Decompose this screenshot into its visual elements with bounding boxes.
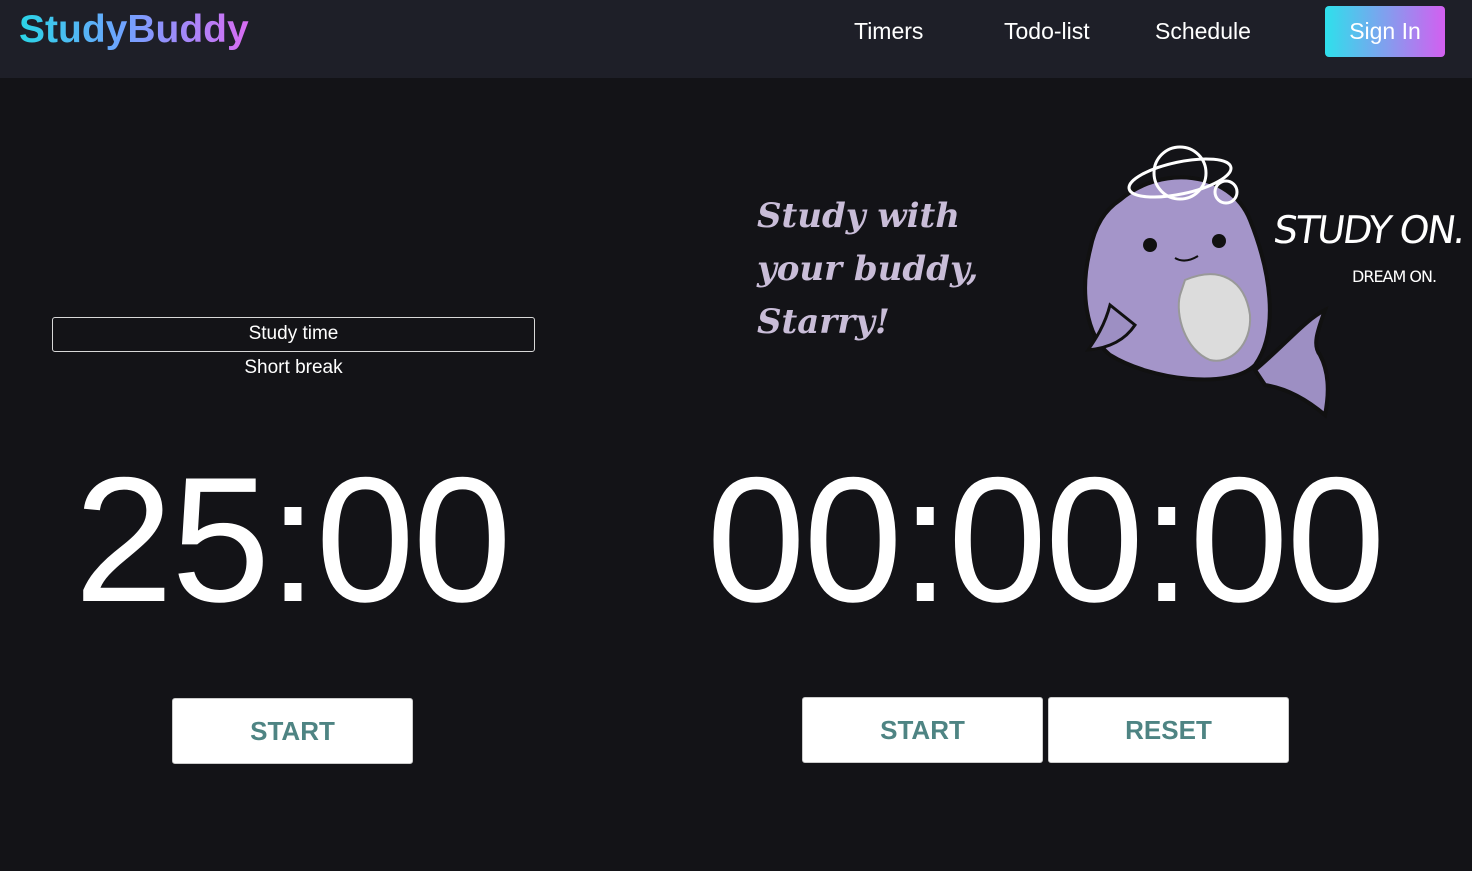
brand-logo[interactable]: StudyBuddy	[19, 8, 249, 52]
pomodoro-start-button[interactable]: START	[172, 698, 413, 764]
navbar: StudyBuddy Timers Todo-list Schedule Sig…	[0, 0, 1472, 78]
pomodoro-display: 25:00	[74, 440, 511, 639]
illustration-text-dream-on: DREAM ON.	[1352, 267, 1437, 286]
stopwatch-display: 00:00:00	[706, 440, 1386, 639]
stopwatch-reset-button[interactable]: RESET	[1048, 697, 1289, 763]
mode-option-short-break[interactable]: Short break	[52, 356, 535, 380]
nav-link-timers[interactable]: Timers	[854, 17, 923, 45]
tagline: Study with your buddy, Starry!	[757, 196, 979, 342]
stopwatch-start-button[interactable]: START	[802, 697, 1043, 763]
nav-link-todo-list[interactable]: Todo-list	[1004, 17, 1090, 45]
sign-in-button[interactable]: Sign In	[1325, 6, 1445, 57]
mode-option-study-time[interactable]: Study time	[52, 317, 535, 352]
illustration-text-study-on: STUDY ON.	[1270, 208, 1468, 252]
nav-link-schedule[interactable]: Schedule	[1155, 17, 1251, 45]
